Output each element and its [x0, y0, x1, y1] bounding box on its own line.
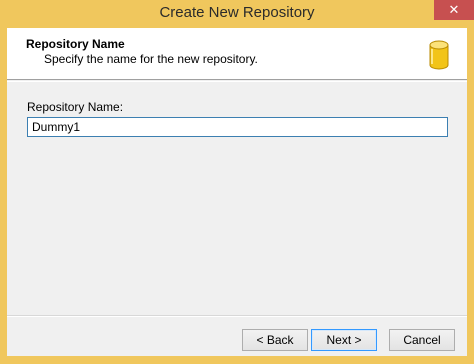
next-button[interactable]: Next > [311, 329, 377, 351]
title-bar[interactable]: Create New Repository ✕ [0, 0, 474, 28]
wizard-header: Repository Name Specify the name for the… [7, 28, 467, 80]
header-divider [7, 81, 467, 82]
page-subtitle: Specify the name for the new repository. [44, 52, 258, 66]
page-title: Repository Name [26, 37, 125, 51]
database-icon [429, 40, 449, 70]
dialog-body: Repository Name Specify the name for the… [7, 28, 467, 356]
repository-name-input[interactable] [27, 117, 448, 137]
window-title: Create New Repository [159, 4, 315, 21]
create-repository-dialog: Create New Repository ✕ Repository Name … [0, 0, 474, 364]
button-divider-highlight [7, 316, 467, 317]
cancel-button[interactable]: Cancel [389, 329, 455, 351]
repository-name-label: Repository Name: [27, 100, 124, 114]
back-button[interactable]: < Back [242, 329, 308, 351]
close-button[interactable]: ✕ [434, 0, 474, 20]
